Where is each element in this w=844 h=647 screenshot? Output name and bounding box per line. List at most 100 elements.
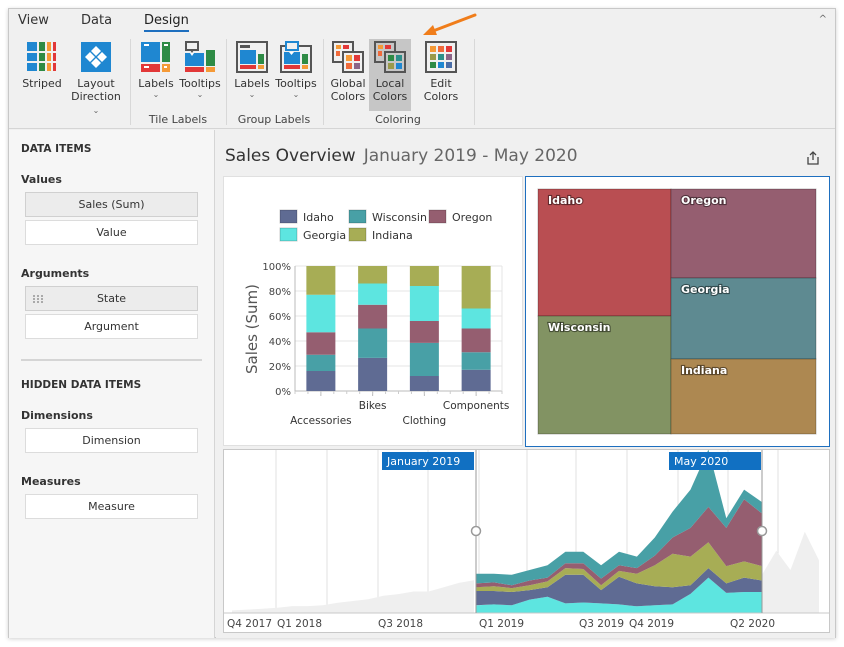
global-colors-button[interactable]: Global Colors — [327, 39, 369, 103]
treemap-label-indiana: Indiana — [681, 364, 727, 377]
global-colors-icon — [332, 41, 364, 73]
legend-label-georgia: Georgia — [303, 229, 346, 242]
annotation-arrow-icon — [423, 13, 477, 35]
chevron-down-icon: ⌄ — [292, 90, 300, 99]
x-tick-label-q4-2019: Q4 2019 — [629, 618, 674, 630]
group-label-coloring: Coloring — [375, 113, 421, 126]
treemap-dashboard-item[interactable]: Idaho Wisconsin Oregon Georgia Indiana — [525, 176, 830, 447]
selection-end-handle[interactable] — [756, 525, 768, 537]
drag-grip-icon[interactable] — [33, 295, 43, 303]
data-items-panel: DATA ITEMS Values Sales (Sum) Value Argu… — [9, 130, 215, 638]
hidden-data-items-header: HIDDEN DATA ITEMS — [21, 379, 142, 391]
global-colors-label-1: Global — [330, 77, 366, 90]
measures-label: Measures — [21, 475, 81, 488]
bar-clothing-wisconsin — [409, 342, 439, 376]
striped-icon — [26, 41, 58, 73]
y-tick-label: 20% — [269, 362, 291, 373]
group-tooltips-button[interactable]: Tooltips ⌄ — [275, 39, 317, 99]
legend-label-oregon: Oregon — [452, 211, 492, 224]
values-item-sales-sum[interactable]: Sales (Sum) — [25, 192, 198, 217]
arguments-label: Arguments — [21, 267, 90, 280]
tile-tooltips-button[interactable]: Tooltips ⌄ — [179, 39, 221, 99]
bar-components-oregon — [461, 328, 491, 353]
x-tick-label-q3-2018: Q3 2018 — [378, 618, 423, 630]
layout-direction-button[interactable]: Layout Direction ⌄ — [67, 39, 125, 117]
x-tick-label-bikes: Bikes — [359, 400, 387, 412]
group-tooltips-icon — [280, 41, 312, 73]
range-filter-dashboard-item[interactable]: Q4 2017 Q1 2018 Q3 2018 Q1 2019 Q3 2019 Q4 20… — [223, 449, 830, 633]
treemap-label-wisconsin: Wisconsin — [548, 321, 611, 334]
bar-clothing-idaho — [409, 376, 439, 391]
dashboard-designer-window: View Data Design ^ Striped Layout Direct… — [8, 8, 836, 638]
bar-accessories-idaho — [306, 371, 336, 391]
legend-swatch-indiana — [348, 227, 367, 242]
legend-label-wisconsin: Wisconsin — [372, 211, 427, 224]
local-colors-button[interactable]: Local Colors — [369, 39, 411, 111]
legend-label-indiana: Indiana — [372, 229, 413, 242]
bar-clothing-oregon — [409, 321, 439, 343]
collapse-ribbon-button[interactable]: ^ — [819, 14, 827, 25]
dashboard-title-text: Sales Overview — [225, 146, 356, 166]
y-tick-label: 0% — [275, 387, 291, 398]
ribbon: View Data Design ^ Striped Layout Direct… — [9, 9, 835, 129]
treemap-tile-idaho — [537, 188, 672, 317]
striped-button[interactable]: Striped — [19, 39, 65, 90]
values-item-placeholder[interactable]: Value — [25, 220, 198, 245]
legend-swatch-georgia — [279, 227, 298, 242]
tile-labels-button[interactable]: Labels ⌄ — [136, 39, 176, 99]
global-colors-label-2: Colors — [330, 90, 366, 103]
panel-divider — [21, 359, 202, 361]
legend-swatch-wisconsin — [348, 209, 367, 224]
export-icon[interactable] — [805, 150, 821, 166]
dashboard-surface: Sales Overview January 2019 - May 2020 Id… — [216, 130, 835, 638]
arguments-item-state-label: State — [96, 292, 127, 305]
arguments-item-state[interactable]: State — [25, 286, 198, 311]
bar-bikes-georgia — [358, 283, 388, 305]
tile-labels-icon — [140, 41, 172, 73]
background-area-after — [762, 531, 819, 613]
edit-colors-label: Edit Colors — [423, 77, 459, 103]
bar-accessories-wisconsin — [306, 354, 336, 371]
chart-dashboard-item[interactable]: Idaho Wisconsin Oregon Georgia Indiana 0% 20% 4… — [223, 176, 523, 446]
tab-view[interactable]: View — [18, 13, 49, 28]
chevron-down-icon: ⌄ — [92, 106, 100, 115]
layout-direction-label-2: Direction — [71, 90, 121, 103]
group-labels-label: Labels — [234, 77, 270, 90]
tab-design[interactable]: Design — [144, 13, 189, 32]
tile-tooltips-label: Tooltips — [179, 77, 221, 90]
x-tick-label-q4-2017: Q4 2017 — [227, 618, 272, 630]
background-area-before — [232, 580, 474, 613]
arguments-item-placeholder[interactable]: Argument — [25, 314, 198, 339]
bar-accessories-georgia — [306, 294, 336, 333]
bar-clothing-indiana — [409, 266, 439, 286]
striped-label: Striped — [22, 77, 62, 90]
x-tick-label-clothing: Clothing — [403, 415, 447, 427]
bar-components-indiana — [461, 266, 491, 309]
group-labels-icon — [236, 41, 268, 73]
dimensions-label: Dimensions — [21, 409, 93, 422]
treemap-label-oregon: Oregon — [681, 194, 727, 207]
dashboard-subtitle: January 2019 - May 2020 — [363, 146, 578, 166]
bar-accessories-indiana — [306, 266, 336, 295]
treemap-label-georgia: Georgia — [681, 283, 730, 296]
chevron-down-icon: ⌄ — [248, 90, 256, 99]
y-tick-label: 100% — [262, 262, 291, 273]
y-axis-title: Sales (Sum) — [243, 284, 261, 374]
x-tick-label-q2-2020: Q2 2020 — [730, 618, 775, 630]
dimensions-item-placeholder[interactable]: Dimension — [25, 428, 198, 453]
treemap-chart: Idaho Wisconsin Oregon Georgia Indiana — [537, 188, 817, 435]
range-filter-chart: Q4 2017 Q1 2018 Q3 2018 Q1 2019 Q3 2019 Q4 20… — [224, 449, 829, 630]
y-tick-label: 40% — [269, 337, 291, 348]
selection-start-handle[interactable] — [470, 525, 482, 537]
y-tick-label: 80% — [269, 287, 291, 298]
y-tick-label: 60% — [269, 312, 291, 323]
edit-colors-icon — [425, 41, 457, 73]
edit-colors-button[interactable]: Edit Colors — [413, 39, 469, 103]
group-labels-button[interactable]: Labels ⌄ — [232, 39, 272, 99]
selection-start-label: January 2019 — [386, 455, 460, 468]
bar-bikes-wisconsin — [358, 328, 388, 358]
tab-data[interactable]: Data — [81, 13, 112, 28]
layout-direction-icon — [80, 41, 112, 73]
measures-item-placeholder[interactable]: Measure — [25, 494, 198, 519]
bar-accessories-oregon — [306, 332, 336, 355]
